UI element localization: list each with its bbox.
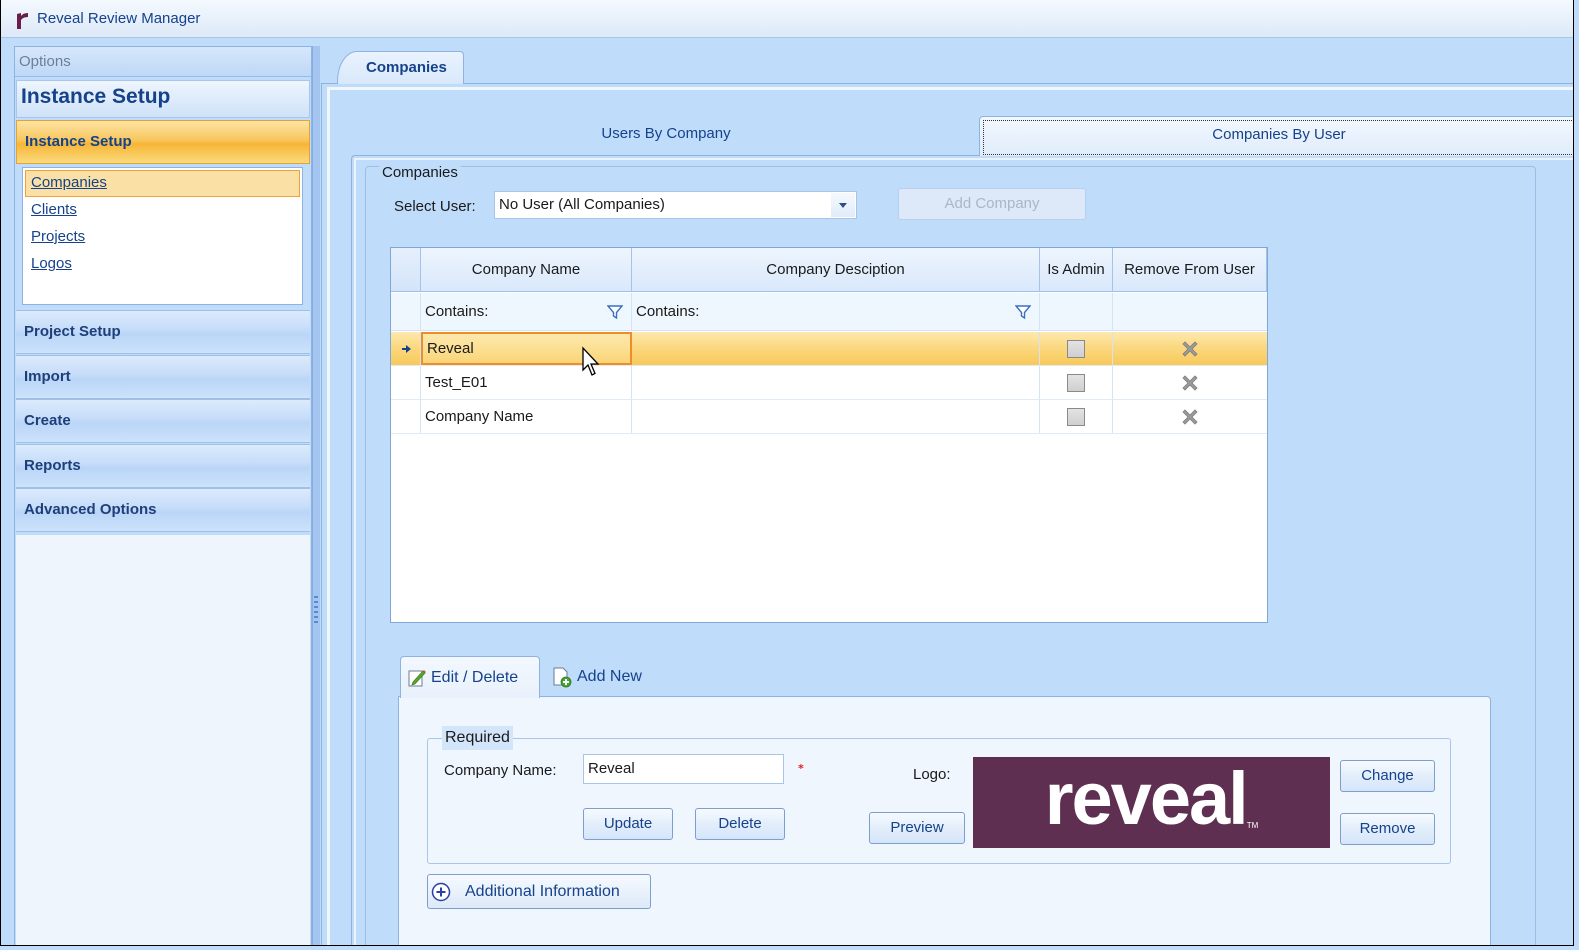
nav-group-project-setup[interactable]: Project Setup bbox=[16, 310, 310, 354]
tab-companies[interactable]: Companies bbox=[337, 51, 464, 84]
row-indicator bbox=[391, 332, 421, 365]
current-row-arrow-icon bbox=[401, 344, 411, 353]
remove-logo-button[interactable]: Remove bbox=[1340, 813, 1435, 845]
company-name-input[interactable]: Reveal bbox=[583, 754, 784, 784]
company-name-label: Company Name: bbox=[444, 762, 557, 779]
column-header-is-admin[interactable]: Is Admin bbox=[1040, 248, 1113, 291]
sidebar-link-logos[interactable]: Logos bbox=[25, 251, 300, 278]
column-header-company-description[interactable]: Company Desciption bbox=[632, 248, 1040, 291]
update-button[interactable]: Update bbox=[583, 808, 673, 840]
filter-row-indicator bbox=[391, 293, 421, 330]
delete-button[interactable]: Delete bbox=[695, 808, 785, 840]
cell-company-description[interactable] bbox=[632, 332, 1040, 365]
sidebar-link-companies[interactable]: Companies bbox=[25, 170, 300, 197]
select-user-value: No User (All Companies) bbox=[499, 196, 665, 213]
nav-group-create[interactable]: Create bbox=[16, 399, 310, 443]
cell-remove bbox=[1113, 400, 1267, 433]
section-title: Instance Setup bbox=[16, 80, 310, 118]
required-group-legend: Required bbox=[442, 726, 513, 750]
mouse-cursor-icon bbox=[582, 346, 600, 376]
companies-grid: Company Name Company Desciption Is Admin… bbox=[390, 247, 1268, 623]
additional-information-button[interactable]: Additional Information bbox=[427, 874, 651, 909]
table-row[interactable]: Reveal bbox=[391, 332, 1267, 366]
column-header-remove-from-user[interactable]: Remove From User bbox=[1113, 248, 1267, 291]
filter-company-description-label: Contains: bbox=[636, 303, 700, 320]
filter-company-name-label: Contains: bbox=[425, 303, 489, 320]
tab-companies-by-user[interactable]: Companies By User bbox=[979, 116, 1573, 156]
logo-trademark: TM bbox=[1246, 821, 1259, 830]
cell-is-admin bbox=[1040, 400, 1113, 433]
filter-company-description[interactable]: Contains: bbox=[632, 293, 1040, 330]
companies-group-legend: Companies bbox=[379, 164, 461, 181]
select-user-dropdown[interactable]: No User (All Companies) bbox=[494, 191, 857, 219]
tab-add-new[interactable]: Add New bbox=[545, 656, 665, 698]
panel-splitter[interactable] bbox=[312, 46, 320, 945]
nav-group-reports[interactable]: Reports bbox=[16, 444, 310, 488]
nav-group-advanced-options[interactable]: Advanced Options bbox=[16, 488, 310, 532]
tab-users-by-company[interactable]: Users By Company bbox=[353, 116, 979, 156]
tab-add-new-label: Add New bbox=[577, 668, 642, 685]
cell-company-description[interactable] bbox=[632, 366, 1040, 399]
add-document-icon bbox=[553, 667, 572, 688]
change-logo-button[interactable]: Change bbox=[1340, 760, 1435, 792]
tab-edit-delete[interactable]: Edit / Delete bbox=[400, 656, 540, 698]
filter-icon[interactable] bbox=[607, 304, 623, 320]
required-marker: * bbox=[798, 762, 804, 775]
app-logo-icon bbox=[17, 13, 28, 29]
sidebar-link-projects[interactable]: Projects bbox=[25, 224, 300, 251]
cell-is-admin bbox=[1040, 366, 1113, 399]
cell-is-admin bbox=[1040, 332, 1113, 365]
company-logo-image: reveal TM bbox=[973, 757, 1330, 848]
logo-wordmark: reveal bbox=[1044, 756, 1249, 840]
column-header-company-name[interactable]: Company Name bbox=[421, 248, 632, 291]
expand-plus-icon bbox=[431, 882, 451, 901]
select-user-label: Select User: bbox=[394, 198, 476, 215]
tab-edit-delete-label: Edit / Delete bbox=[431, 668, 519, 686]
sidebar-link-clients[interactable]: Clients bbox=[25, 197, 300, 224]
row-indicator-header bbox=[391, 248, 421, 291]
app-window: Reveal Review Manager Options Instance S… bbox=[0, 0, 1574, 946]
cell-company-description[interactable] bbox=[632, 400, 1040, 433]
grid-filter-row: Contains: Contains: bbox=[391, 293, 1267, 331]
title-bar: Reveal Review Manager bbox=[1, 0, 1573, 38]
filter-remove-empty bbox=[1113, 293, 1267, 330]
cell-remove bbox=[1113, 366, 1267, 399]
chevron-down-icon[interactable] bbox=[831, 193, 855, 217]
cell-remove bbox=[1113, 332, 1267, 365]
app-title: Reveal Review Manager bbox=[37, 10, 201, 27]
is-admin-checkbox[interactable] bbox=[1067, 407, 1085, 426]
logo-label: Logo: bbox=[913, 766, 951, 783]
instance-setup-links: Companies Clients Projects Logos bbox=[22, 167, 303, 305]
remove-x-icon[interactable] bbox=[1179, 338, 1201, 360]
grid-header: Company Name Company Desciption Is Admin… bbox=[391, 248, 1267, 292]
table-row[interactable]: Test_E01 bbox=[391, 366, 1267, 400]
row-indicator bbox=[391, 366, 421, 399]
splitter-grip-icon bbox=[314, 596, 318, 626]
tab-companies-by-user-label: Companies By User bbox=[1212, 126, 1346, 143]
options-header: Options bbox=[15, 47, 311, 77]
edit-icon bbox=[408, 669, 426, 686]
sidebar-empty-area bbox=[16, 535, 310, 945]
filter-company-name[interactable]: Contains: bbox=[421, 293, 632, 330]
nav-group-instance-setup[interactable]: Instance Setup bbox=[16, 120, 310, 164]
filter-is-admin-empty bbox=[1040, 293, 1113, 330]
preview-button[interactable]: Preview bbox=[869, 812, 965, 844]
options-sidebar: Options Instance Setup Instance Setup Co… bbox=[14, 46, 312, 945]
is-admin-checkbox[interactable] bbox=[1067, 339, 1085, 358]
nav-group-import[interactable]: Import bbox=[16, 355, 310, 399]
remove-x-icon[interactable] bbox=[1179, 406, 1201, 428]
add-company-button[interactable]: Add Company bbox=[898, 188, 1086, 220]
row-indicator bbox=[391, 400, 421, 433]
cell-company-name[interactable]: Company Name bbox=[421, 400, 632, 433]
remove-x-icon[interactable] bbox=[1179, 372, 1201, 394]
is-admin-checkbox[interactable] bbox=[1067, 373, 1085, 392]
additional-information-label: Additional Information bbox=[465, 882, 620, 900]
table-row[interactable]: Company Name bbox=[391, 400, 1267, 434]
filter-icon[interactable] bbox=[1015, 304, 1031, 320]
